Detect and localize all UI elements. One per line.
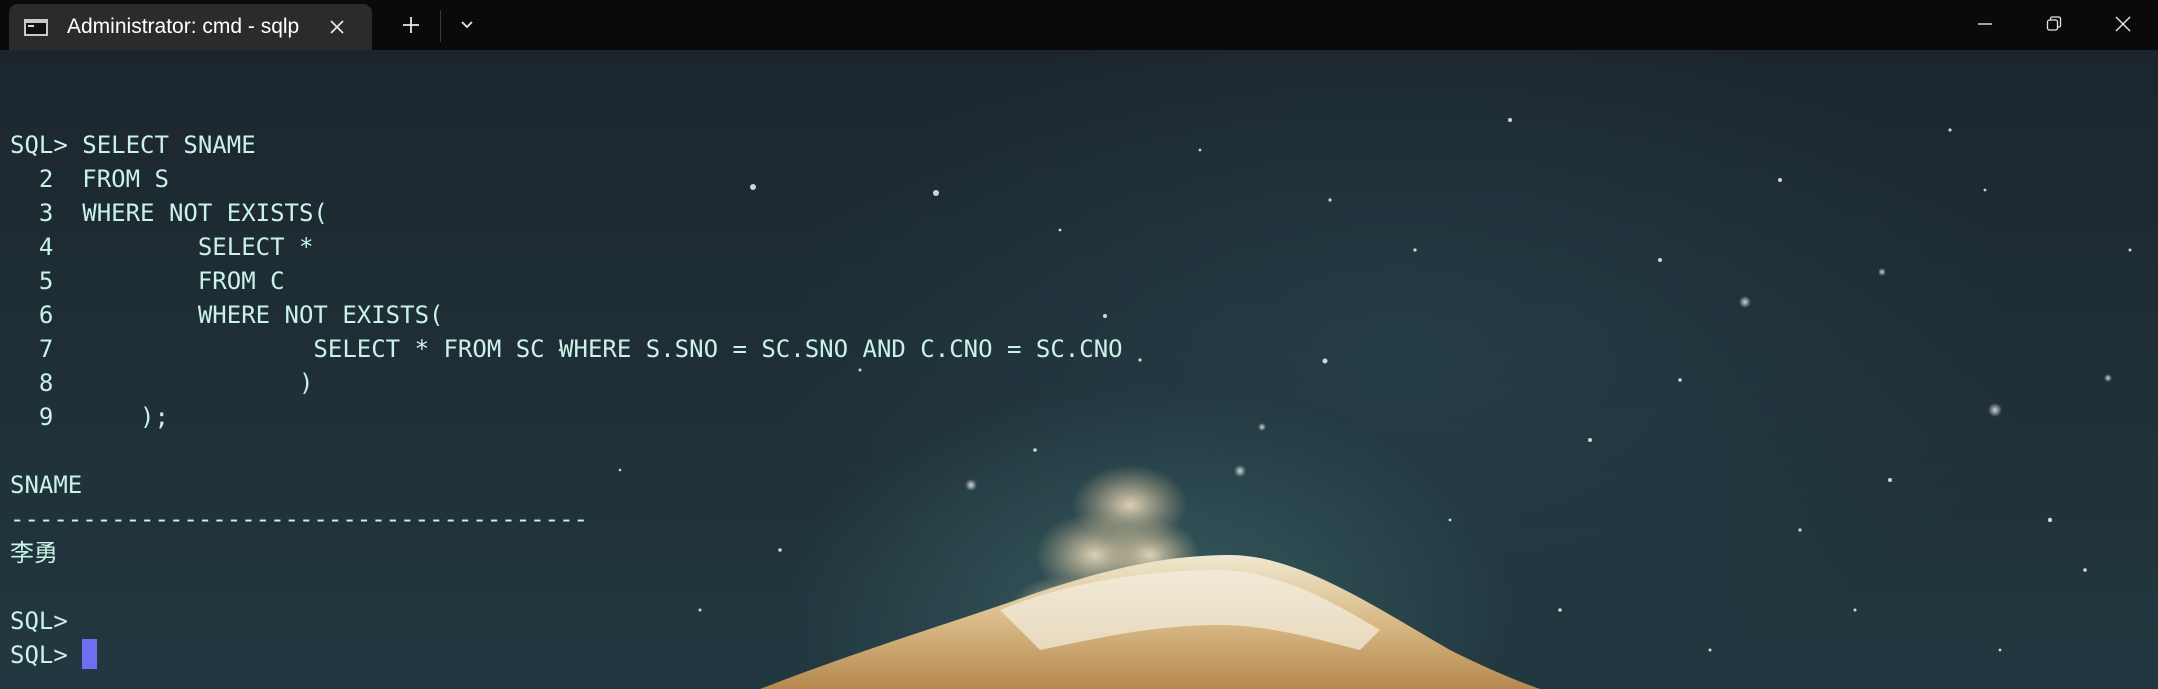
close-window-button[interactable] [2088, 0, 2158, 48]
tab-divider [440, 10, 441, 42]
console-line: 3 WHERE NOT EXISTS( [10, 199, 328, 227]
restore-icon [2046, 16, 2062, 31]
minimize-icon [1978, 23, 1992, 25]
minimize-button[interactable] [1950, 0, 2020, 48]
console-line: 7 SELECT * FROM SC WHERE S.SNO = SC.SNO … [10, 335, 1123, 363]
terminal-pane[interactable]: SQL> SELECT SNAME 2 FROM S 3 WHERE NOT E… [0, 50, 2158, 689]
console-line: 8 ) [10, 369, 314, 397]
title-bar: Administrator: cmd - sqlp [0, 0, 2158, 50]
profile-dropdown-button[interactable] [452, 10, 482, 40]
restore-button[interactable] [2019, 0, 2089, 48]
console-line: ---------------------------------------- [10, 505, 588, 533]
terminal-icon [24, 18, 48, 36]
close-icon [2115, 16, 2131, 32]
console-line: 2 FROM S [10, 165, 169, 193]
tab-close-button[interactable] [324, 14, 350, 40]
console-line: 5 FROM C [10, 267, 285, 295]
terminal-tab[interactable]: Administrator: cmd - sqlp [9, 4, 372, 50]
console-line: SNAME [10, 471, 83, 499]
chevron-down-icon [461, 21, 473, 29]
console-line: SQL> [10, 607, 68, 635]
command-input-line[interactable]: SQL> [10, 638, 1123, 672]
console-line: 6 WHERE NOT EXISTS( [10, 301, 444, 329]
console-output[interactable]: SQL> SELECT SNAME 2 FROM S 3 WHERE NOT E… [10, 94, 1123, 672]
close-icon [330, 20, 344, 34]
console-line: SQL> SELECT SNAME [10, 131, 256, 159]
text-cursor [82, 639, 98, 669]
console-line: 9 ); [10, 403, 169, 431]
plus-icon [403, 17, 419, 33]
console-line: 李勇 [10, 539, 58, 567]
tab-title: Administrator: cmd - sqlp [67, 15, 300, 38]
terminal-window: Administrator: cmd - sqlp SQL> SELECT SN… [0, 0, 2158, 689]
new-tab-button[interactable] [396, 10, 426, 40]
sql-prompt: SQL> [10, 641, 83, 669]
console-line: 4 SELECT * [10, 233, 314, 261]
